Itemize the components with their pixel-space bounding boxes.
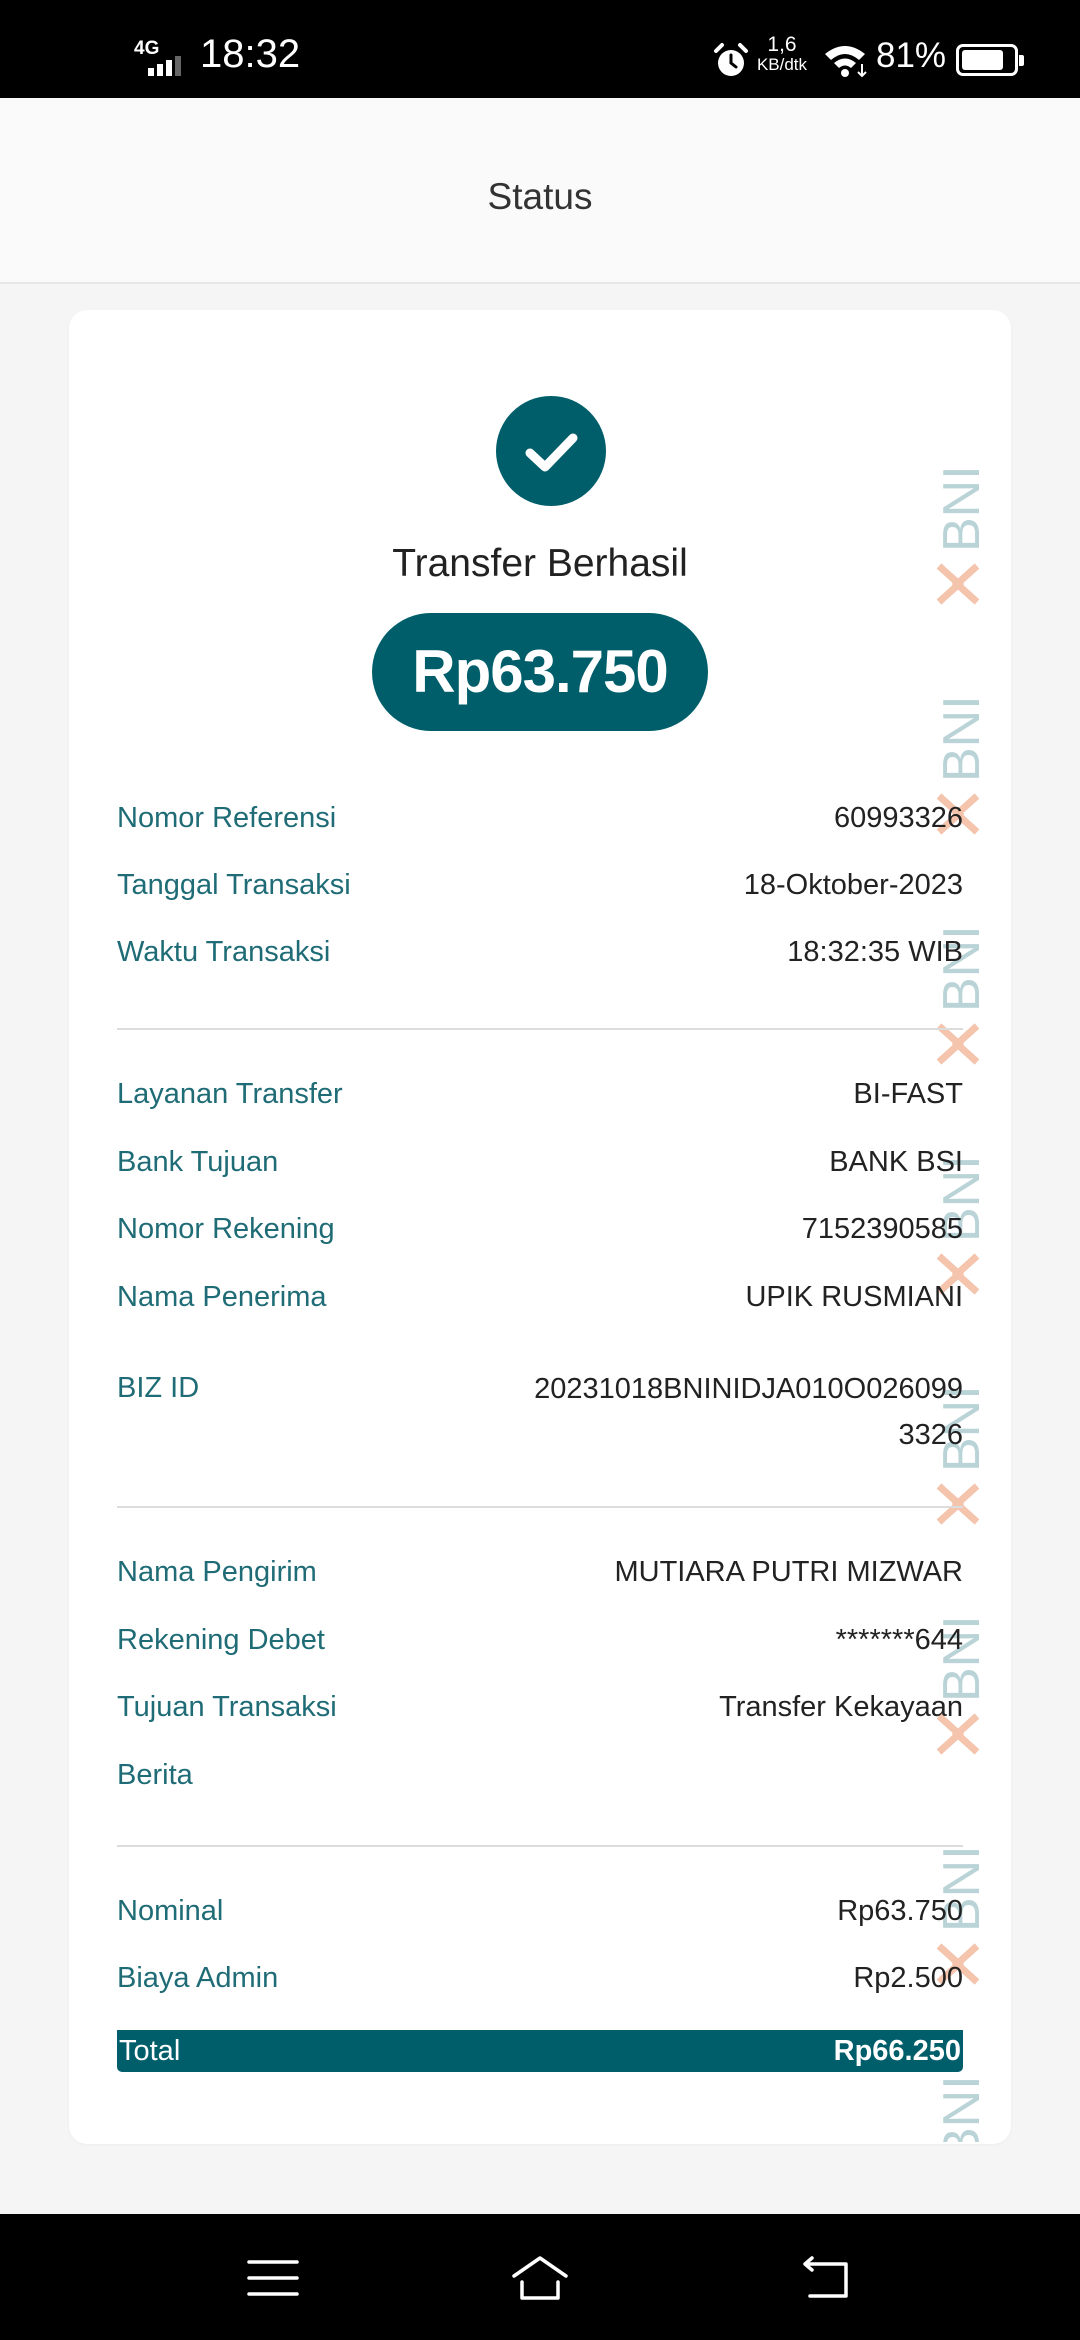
- battery-icon: [956, 44, 1024, 76]
- battery-percent: 81%: [876, 36, 947, 75]
- detail-row-message: Berita: [117, 1759, 193, 1791]
- detail-row-time: Waktu Transaksi 18:32:35 WIB: [117, 936, 963, 968]
- clock: 18:32: [200, 32, 301, 76]
- watermark-mark: [936, 1023, 980, 1065]
- page-title: Status: [487, 176, 593, 217]
- transfer-amount: Rp63.750: [372, 613, 708, 731]
- detail-row-nominal: Nominal Rp63.750: [117, 1895, 963, 1927]
- signal-icon: [148, 56, 181, 76]
- watermark-text: BNI: [933, 695, 991, 782]
- menu-icon[interactable]: [243, 2250, 303, 2306]
- detail-row-admin-fee: Biaya Admin Rp2.500: [117, 1962, 963, 1994]
- total-row: Total Rp66.250: [117, 2030, 963, 2072]
- detail-row-recipient-name: Nama Penerima UPIK RUSMIANI: [117, 1281, 963, 1313]
- network-speed: 1,6 KB/dtk: [756, 33, 808, 75]
- check-circle-icon: [496, 396, 606, 506]
- watermark-text: BNI: [933, 2075, 991, 2142]
- watermark-mark: [936, 1483, 980, 1525]
- wifi-icon: [825, 46, 867, 78]
- alarm-icon: [714, 43, 748, 76]
- bni-watermark: BNIBNIBNIBNIBNIBNIBNIBNI: [933, 465, 991, 2142]
- back-icon[interactable]: [796, 2250, 856, 2306]
- status-bar: 4G 18:32 1,6 KB/dtk 81%: [0, 0, 1080, 98]
- detail-row-transfer-service: Layanan Transfer BI-FAST: [117, 1078, 963, 1110]
- watermark-text: BNI: [933, 465, 991, 552]
- detail-row-debit-account: Rekening Debet *******644: [117, 1624, 963, 1656]
- detail-row-biz-id: BIZ ID 20231018BNINIDJA010O0260993326: [117, 1372, 963, 1451]
- app-header: Status: [0, 98, 1080, 284]
- divider: [117, 1845, 963, 1847]
- detail-row-destination-bank: Bank Tujuan BANK BSI: [117, 1146, 963, 1178]
- system-nav-bar: [0, 2214, 1080, 2340]
- home-icon[interactable]: [510, 2250, 570, 2306]
- total-value: Rp66.250: [833, 2035, 961, 2067]
- detail-row-sender-name: Nama Pengirim MUTIARA PUTRI MIZWAR: [117, 1556, 963, 1588]
- detail-row-transaction-purpose: Tujuan Transaksi Transfer Kekayaan: [117, 1691, 963, 1723]
- transfer-status-title: Transfer Berhasil: [392, 542, 688, 585]
- divider: [117, 1506, 963, 1508]
- divider: [117, 1028, 963, 1030]
- receipt-card: BNI BNI BNI BNI BNI BNI BNI BNI Transfer Berhas…: [69, 310, 1011, 2144]
- detail-row-date: Tanggal Transaksi 18-Oktober-2023: [117, 869, 963, 901]
- detail-row-account-number: Nomor Rekening 7152390585: [117, 1213, 963, 1245]
- detail-row-reference: Nomor Referensi 60993326: [117, 802, 963, 834]
- total-label: Total: [119, 2035, 181, 2067]
